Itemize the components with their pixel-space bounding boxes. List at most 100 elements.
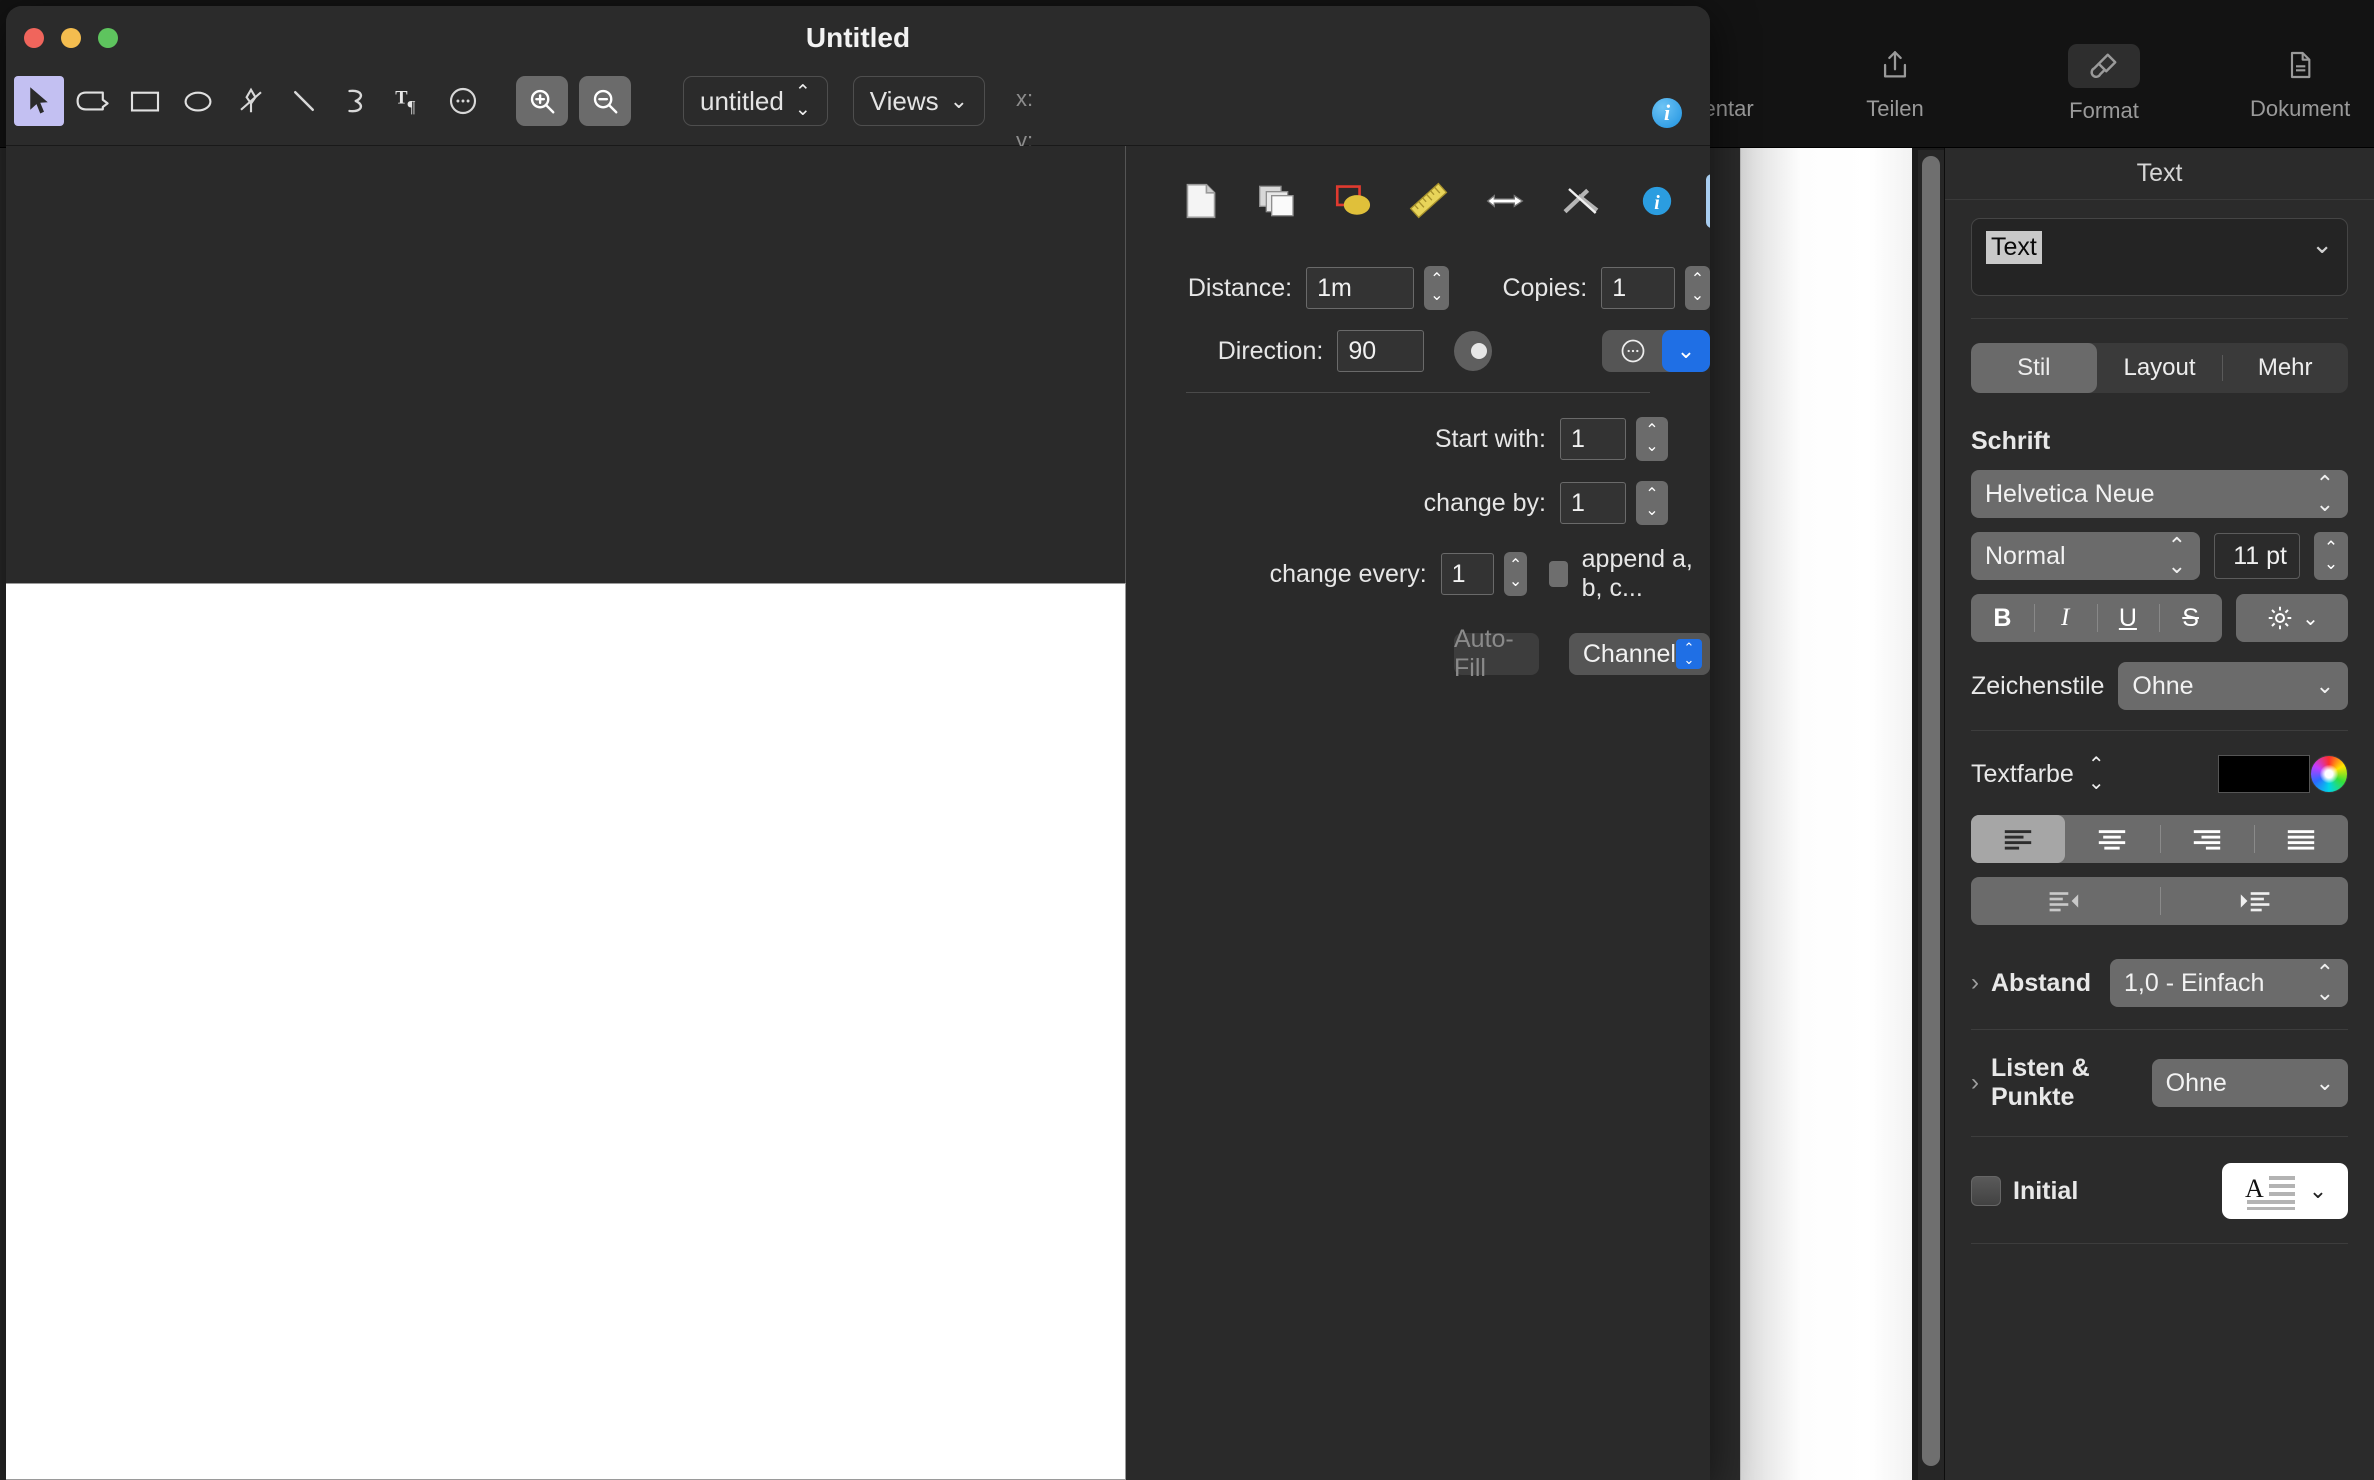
indent-button[interactable]: [2159, 877, 2349, 925]
window-title: Untitled: [805, 22, 911, 53]
pen-tool[interactable]: [226, 76, 276, 126]
chevron-down-icon[interactable]: ⌄: [1662, 330, 1710, 372]
toolbar-item-format[interactable]: Format: [2068, 44, 2140, 124]
canvas-page[interactable]: [6, 583, 1126, 1480]
start-with-stepper[interactable]: ⌃ ⌄: [1636, 417, 1668, 461]
canvas-backdrop: [6, 146, 1125, 583]
start-with-field[interactable]: 1: [1560, 418, 1626, 460]
chevron-down-icon: ⌄: [949, 88, 969, 113]
change-by-label: change by:: [1423, 488, 1546, 517]
tab-label: Layout: [2123, 354, 2196, 381]
layer-popup[interactable]: untitled ⌃ ⌄: [683, 76, 828, 126]
chevron-right-icon[interactable]: ›: [1971, 969, 1979, 997]
freeform-shape-tool[interactable]: [67, 76, 117, 126]
inspector-tab-bar[interactable]: i: [1174, 174, 1710, 228]
paragraph-alignment-buttons[interactable]: [1971, 815, 2348, 863]
underline-button[interactable]: U: [2096, 594, 2160, 642]
tab-layout[interactable]: Layout: [2097, 343, 2223, 393]
select-arrow-tool[interactable]: [14, 76, 64, 126]
chevron-down-icon: ⌄: [2315, 673, 2334, 698]
abstand-row[interactable]: › Abstand 1,0 - Einfach ⌃ ⌄: [1971, 959, 2348, 1007]
distance-stepper[interactable]: ⌃ ⌄: [1424, 266, 1450, 310]
font-size-stepper[interactable]: ⌃ ⌄: [2314, 532, 2348, 580]
start-with-label: Start with:: [1434, 424, 1546, 453]
shape-inspector-icon[interactable]: [1326, 174, 1380, 228]
views-menu[interactable]: Views ⌄: [852, 76, 986, 126]
paintbrush-icon: [2068, 44, 2140, 88]
auto-fill-button[interactable]: Auto-Fill: [1454, 625, 1539, 682]
append-checkbox[interactable]: [1549, 561, 1568, 587]
zeichenstile-label: Zeichenstile: [1971, 671, 2105, 700]
list-style-select[interactable]: Ohne ⌄: [2151, 1059, 2348, 1107]
font-weight-select[interactable]: Normal ⌃ ⌄: [1971, 532, 2200, 580]
font-family-select[interactable]: Helvetica Neue ⌃ ⌄: [1971, 470, 2348, 518]
drop-cap-preview-button[interactable]: A ⌄: [2222, 1163, 2348, 1219]
direction-dial[interactable]: [1454, 331, 1493, 371]
coord-x-label: x:: [1016, 86, 1034, 111]
window-body: i Distance: 1m ⌃ ⌄ Copies: 1 ⌃ ⌄ Directi…: [6, 146, 1710, 1480]
screen: Kommentar Teilen Format: [0, 0, 2374, 1480]
tab-stil[interactable]: Stil: [1971, 343, 2097, 393]
text-tool[interactable]: T ¶: [385, 76, 435, 126]
align-left-button[interactable]: [1971, 815, 2066, 863]
line-spacing-select[interactable]: 1,0 - Einfach ⌃ ⌄: [2110, 959, 2348, 1007]
font-size-field[interactable]: 11 pt: [2214, 533, 2300, 579]
character-styles-select[interactable]: Ohne ⌄: [2118, 662, 2348, 710]
window-titlebar[interactable]: Untitled T ¶ untitled ⌃ ⌄ Views ⌄ x: y: …: [6, 6, 1710, 153]
stepper-icon[interactable]: ⌃ ⌄: [1676, 639, 1702, 669]
style-tabs[interactable]: Stil Layout Mehr: [1971, 343, 2348, 393]
font-style-buttons[interactable]: B I U S: [1971, 594, 2222, 642]
change-by-field[interactable]: 1: [1560, 482, 1626, 524]
page-inspector-icon[interactable]: [1174, 174, 1228, 228]
object-type-select[interactable]: Text ⌄: [1971, 218, 2348, 296]
initial-row[interactable]: Initial A ⌄: [1971, 1163, 2348, 1219]
listen-punkte-row[interactable]: › Listen & Punkte Ohne ⌄: [1971, 1054, 2348, 1112]
document-scrollbar[interactable]: [1918, 150, 1944, 1480]
chevron-right-icon[interactable]: ›: [1971, 1069, 1979, 1097]
align-right-button[interactable]: [2159, 815, 2254, 863]
align-center-button[interactable]: [2065, 815, 2159, 863]
italic-button[interactable]: I: [2033, 594, 2097, 642]
scrollbar-thumb[interactable]: [1922, 156, 1940, 1466]
text-color-swatch[interactable]: [2218, 755, 2310, 793]
dimension-inspector-icon[interactable]: [1402, 174, 1456, 228]
strikethrough-button[interactable]: S: [2159, 594, 2222, 642]
initial-checkbox[interactable]: [1971, 1176, 2001, 1206]
zoom-in-button[interactable]: [516, 76, 568, 126]
toolbar-item-teilen[interactable]: Teilen: [1860, 44, 1930, 122]
color-wheel-icon[interactable]: [2310, 755, 2348, 793]
layers-inspector-icon[interactable]: [1250, 174, 1304, 228]
auto-fill-label: Auto-Fill: [1454, 625, 1514, 682]
change-every-field[interactable]: 1: [1440, 553, 1495, 595]
font-options-button[interactable]: ⌄: [2236, 594, 2348, 642]
duplicate-options-button[interactable]: ⌄: [1602, 330, 1710, 372]
channel-select[interactable]: Channel ⌃ ⌄: [1568, 633, 1710, 675]
rectangle-tool[interactable]: [120, 76, 170, 126]
copies-field[interactable]: 1: [1601, 267, 1675, 309]
info-inspector-icon[interactable]: i: [1630, 174, 1684, 228]
change-by-stepper[interactable]: ⌃ ⌄: [1636, 481, 1668, 525]
copies-stepper[interactable]: ⌃ ⌄: [1684, 266, 1710, 310]
info-button[interactable]: i: [1652, 98, 1682, 128]
more-tools-button[interactable]: [438, 76, 488, 126]
line-inspector-icon[interactable]: [1554, 174, 1608, 228]
direction-field[interactable]: 90: [1337, 330, 1425, 372]
toolbar-item-dokument[interactable]: Dokument: [2250, 44, 2350, 122]
tools-inspector-icon[interactable]: [1706, 174, 1710, 228]
align-justify-button[interactable]: [2253, 815, 2348, 863]
bold-button[interactable]: B: [1971, 594, 2034, 642]
curve-tool[interactable]: [332, 76, 382, 126]
indent-buttons[interactable]: [1971, 877, 2348, 925]
arrow-inspector-icon[interactable]: [1478, 174, 1532, 228]
line-tool[interactable]: [279, 76, 329, 126]
ellipse-tool[interactable]: [173, 76, 223, 126]
tab-mehr[interactable]: Mehr: [2222, 343, 2348, 393]
change-every-stepper[interactable]: ⌃ ⌄: [1504, 552, 1528, 596]
distance-field[interactable]: 1m: [1306, 267, 1415, 309]
outdent-button[interactable]: [1971, 877, 2160, 925]
background-page: [1740, 148, 1912, 1480]
zoom-out-button[interactable]: [579, 76, 631, 126]
font-size-value: 11 pt: [2233, 541, 2287, 570]
tool-palette[interactable]: T ¶ untitled ⌃ ⌄ Views ⌄: [14, 76, 986, 126]
drawing-canvas[interactable]: [6, 146, 1126, 1480]
